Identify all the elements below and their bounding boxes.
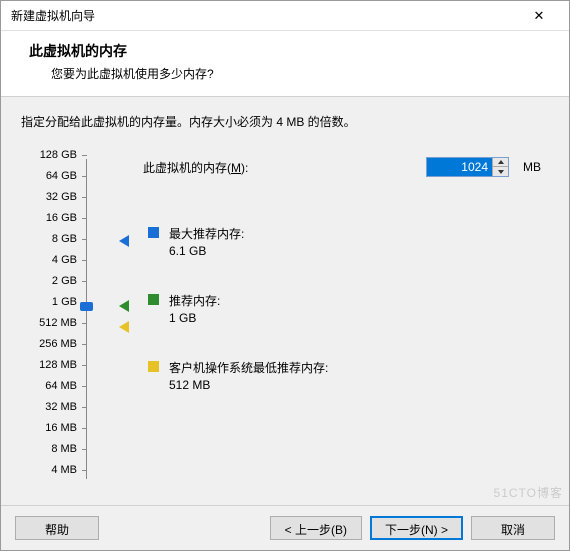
slider-tick-label: 32 GB: [46, 191, 77, 203]
slider-tick-label: 1 GB: [52, 296, 77, 308]
square-icon-green: [148, 294, 159, 305]
slider-tick-label: 128 GB: [40, 149, 77, 161]
watermark: 51CTO博客: [494, 484, 563, 501]
slider-tick-label: 4 MB: [51, 464, 77, 476]
slider-tick: [82, 323, 87, 324]
slider-tick: [82, 365, 87, 366]
footer: 帮助 < 上一步(B) 下一步(N) > 取消: [1, 505, 569, 550]
slider-tick-label: 8 GB: [52, 233, 77, 245]
slider-track: [86, 159, 87, 479]
content-area: 指定分配给此虚拟机的内存量。内存大小必须为 4 MB 的倍数。 此虚拟机的内存(…: [1, 97, 569, 505]
marker-min: [119, 321, 129, 333]
square-icon-blue: [148, 227, 159, 238]
marker-rec: [119, 300, 129, 312]
help-button[interactable]: 帮助: [15, 516, 99, 540]
slider-tick-label: 128 MB: [39, 359, 77, 371]
slider-tick: [82, 176, 87, 177]
slider-tick: [82, 344, 87, 345]
title-bar: 新建虚拟机向导: [1, 1, 569, 31]
wizard-header: 此虚拟机的内存 您要为此虚拟机使用多少内存?: [1, 31, 569, 97]
slider-tick-label: 16 GB: [46, 212, 77, 224]
memory-input[interactable]: [427, 158, 492, 176]
slider-tick: [82, 218, 87, 219]
memory-spinner[interactable]: [426, 157, 509, 177]
slider-tick: [82, 428, 87, 429]
slider-tick: [82, 155, 87, 156]
slider-tick-label: 32 MB: [45, 401, 77, 413]
slider-tick: [82, 407, 87, 408]
spinner-up-icon[interactable]: [493, 158, 508, 167]
slider-tick: [82, 449, 87, 450]
rec-memory-info: 推荐内存: 1 GB: [148, 292, 220, 325]
marker-max: [119, 235, 129, 247]
slider-tick-label: 256 MB: [39, 338, 77, 350]
wizard-window: 新建虚拟机向导 此虚拟机的内存 您要为此虚拟机使用多少内存? 指定分配给此虚拟机…: [0, 0, 570, 551]
memory-slider[interactable]: 128 GB64 GB32 GB16 GB8 GB4 GB2 GB1 GB512…: [19, 153, 119, 485]
slider-tick-label: 16 MB: [45, 422, 77, 434]
slider-thumb[interactable]: [80, 302, 93, 311]
cancel-button[interactable]: 取消: [471, 516, 555, 540]
slider-tick: [82, 470, 87, 471]
page-subtitle: 您要为此虚拟机使用多少内存?: [51, 65, 551, 82]
slider-tick-label: 64 GB: [46, 170, 77, 182]
slider-tick-label: 4 GB: [52, 254, 77, 266]
close-icon[interactable]: [519, 2, 559, 30]
slider-tick-label: 512 MB: [39, 317, 77, 329]
spinner-down-icon[interactable]: [493, 167, 508, 176]
memory-unit: MB: [523, 160, 541, 174]
slider-tick: [82, 281, 87, 282]
slider-tick-label: 64 MB: [45, 380, 77, 392]
next-button[interactable]: 下一步(N) >: [370, 516, 463, 540]
slider-tick: [82, 260, 87, 261]
slider-tick: [82, 386, 87, 387]
memory-row: 此虚拟机的内存(M): MB: [143, 157, 541, 177]
min-memory-info: 客户机操作系统最低推荐内存: 512 MB: [148, 359, 328, 392]
memory-label: 此虚拟机的内存(M):: [143, 159, 418, 176]
slider-tick-label: 8 MB: [51, 443, 77, 455]
slider-tick: [82, 239, 87, 240]
back-button[interactable]: < 上一步(B): [270, 516, 362, 540]
slider-tick: [82, 197, 87, 198]
max-memory-info: 最大推荐内存: 6.1 GB: [148, 225, 244, 258]
instruction-text: 指定分配给此虚拟机的内存量。内存大小必须为 4 MB 的倍数。: [21, 113, 549, 130]
window-title: 新建虚拟机向导: [11, 7, 95, 24]
page-title: 此虚拟机的内存: [29, 41, 551, 61]
square-icon-yellow: [148, 361, 159, 372]
slider-tick-label: 2 GB: [52, 275, 77, 287]
